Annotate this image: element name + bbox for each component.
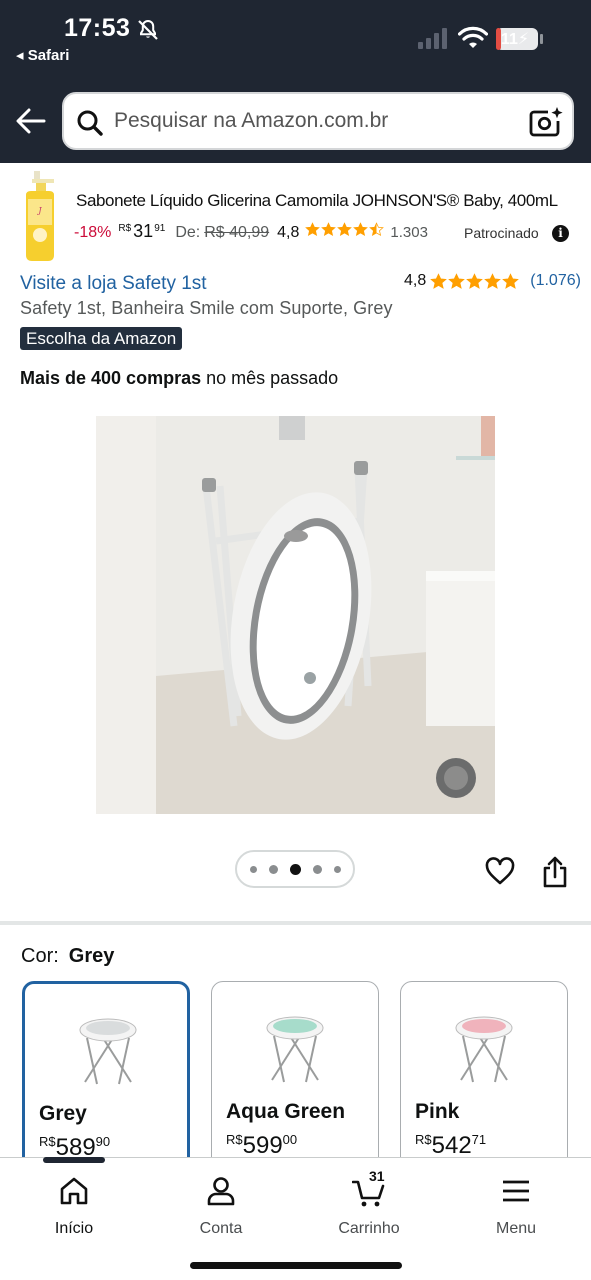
ad-title[interactable]: Sabonete Líquido Glicerina Camomila JOHN… [76, 191, 558, 211]
wifi-icon [458, 26, 488, 48]
swatch-name: Grey [39, 1102, 87, 1125]
color-label: Cor: Grey [21, 945, 114, 968]
swatch-currency: R$ [39, 1134, 56, 1149]
color-option-grey[interactable]: Grey R$58990 [22, 981, 190, 1171]
color-option-pink[interactable]: Pink R$54271 [400, 981, 568, 1171]
swatch-price-whole: 599 [242, 1132, 283, 1159]
info-icon[interactable]: i [552, 225, 569, 242]
section-divider [0, 921, 591, 925]
nav-home[interactable]: Início [19, 1174, 129, 1238]
search-icon [77, 110, 103, 136]
cellular-signal-icon [418, 28, 447, 49]
star-icon [369, 222, 385, 236]
battery-cap [540, 34, 543, 44]
share-icon[interactable] [541, 855, 569, 889]
pagination-dot[interactable] [249, 865, 257, 873]
nav-account-label: Conta [199, 1220, 243, 1237]
nav-menu-label: Menu [495, 1220, 537, 1237]
ad-rating: 4,8 [277, 224, 300, 241]
purchase-count: Mais de 400 compras no mês passado [20, 368, 338, 389]
star-icon [502, 272, 520, 289]
active-tab-indicator [43, 1157, 105, 1163]
pagination-dot-active[interactable] [289, 863, 301, 875]
ad-price-row: -18% R$ 31 91 De: R$ 40,99 4,8 1.303 [74, 221, 428, 245]
ad-rating-count: 1.303 [390, 224, 428, 241]
camera-search-icon[interactable] [528, 106, 564, 138]
swatch-currency: R$ [415, 1132, 432, 1147]
ad-old-label: De: [175, 224, 201, 241]
ad-discount: -18% [74, 224, 112, 241]
swatch-price-cents: 71 [471, 1132, 487, 1147]
pagination-dot[interactable] [333, 865, 341, 873]
selected-color: Grey [68, 945, 115, 967]
star-icon [353, 222, 369, 236]
product-image[interactable] [96, 416, 495, 814]
nav-cart[interactable]: 31 Carrinho [314, 1168, 424, 1238]
swatch-thumbnail [79, 1018, 137, 1085]
amazon-choice-badge: Escolha da Amazon [20, 327, 183, 350]
swatch-price: R$59900 [226, 1132, 297, 1160]
swatch-price: R$54271 [415, 1132, 486, 1160]
home-indicator[interactable] [190, 1262, 402, 1269]
ad-price: 31 [133, 221, 154, 241]
nav-cart-label: Carrinho [338, 1220, 400, 1237]
battery-icon: 11⚡ [496, 28, 538, 50]
home-icon [60, 1177, 88, 1205]
top-bar: 17:53 ◂ Safari 11⚡ [0, 0, 591, 163]
nav-account[interactable]: Conta [166, 1174, 276, 1238]
swatch-price-cents: 00 [282, 1132, 298, 1147]
swatch-currency: R$ [226, 1132, 243, 1147]
battery-level-text: 11 [500, 31, 518, 48]
back-arrow-icon[interactable] [14, 104, 48, 138]
nav-home-label: Início [54, 1220, 94, 1237]
account-icon [207, 1177, 235, 1206]
star-icon [337, 222, 353, 236]
battery-level: 11⚡ [500, 31, 530, 48]
cart-count: 31 [369, 1168, 385, 1184]
product-title: Safety 1st, Banheira Smile com Suporte, … [20, 298, 393, 318]
swatch-thumbnail [455, 1016, 513, 1083]
store-link[interactable]: Visite a loja Safety 1st [20, 273, 207, 295]
ad-currency: R$ [118, 223, 132, 234]
star-icon [430, 272, 448, 289]
star-icon [484, 272, 502, 289]
star-icon [448, 272, 466, 289]
menu-icon [503, 1180, 529, 1202]
status-time: 17:53 [64, 14, 131, 42]
search-bar[interactable] [62, 92, 574, 150]
star-icon [466, 272, 484, 289]
back-to-safari-link[interactable]: ◂ Safari [16, 46, 69, 64]
nav-menu[interactable]: Menu [461, 1174, 571, 1238]
swatch-thumbnail [266, 1016, 324, 1083]
color-option-aqua-green[interactable]: Aqua Green R$59900 [211, 981, 379, 1171]
product-rating[interactable]: 4,8 (1.076) [404, 272, 581, 290]
product-star-rating [430, 272, 520, 290]
swatch-price-whole: 542 [431, 1132, 472, 1159]
pagination-dot[interactable] [268, 864, 278, 874]
product-rating-value: 4,8 [404, 272, 427, 289]
swatch-name: Pink [415, 1100, 460, 1123]
swatch-name: Aqua Green [226, 1100, 346, 1123]
color-label-text: Cor: [21, 945, 59, 967]
sponsored-label: Patrocinado [464, 225, 539, 241]
search-input[interactable] [114, 94, 514, 148]
sponsored-product-ad[interactable]: J Sabonete Líquido Glicerina Camomila JO… [0, 163, 591, 268]
star-icon [321, 222, 337, 236]
star-icon [305, 222, 321, 236]
pagination-dot[interactable] [312, 864, 322, 874]
ad-star-rating [305, 222, 385, 237]
purchase-count-bold: Mais de 400 compras [20, 368, 202, 388]
swatch-price-cents: 90 [95, 1134, 111, 1149]
ad-price-cents: 91 [154, 223, 166, 234]
heart-icon[interactable] [484, 856, 516, 886]
image-pagination[interactable] [235, 850, 355, 888]
bell-slash-icon [138, 19, 158, 40]
purchase-count-rest: no mês passado [201, 368, 339, 388]
product-rating-count[interactable]: (1.076) [530, 272, 581, 290]
ad-old-price: R$ 40,99 [204, 224, 270, 241]
product-thumbnail: J [26, 171, 54, 261]
